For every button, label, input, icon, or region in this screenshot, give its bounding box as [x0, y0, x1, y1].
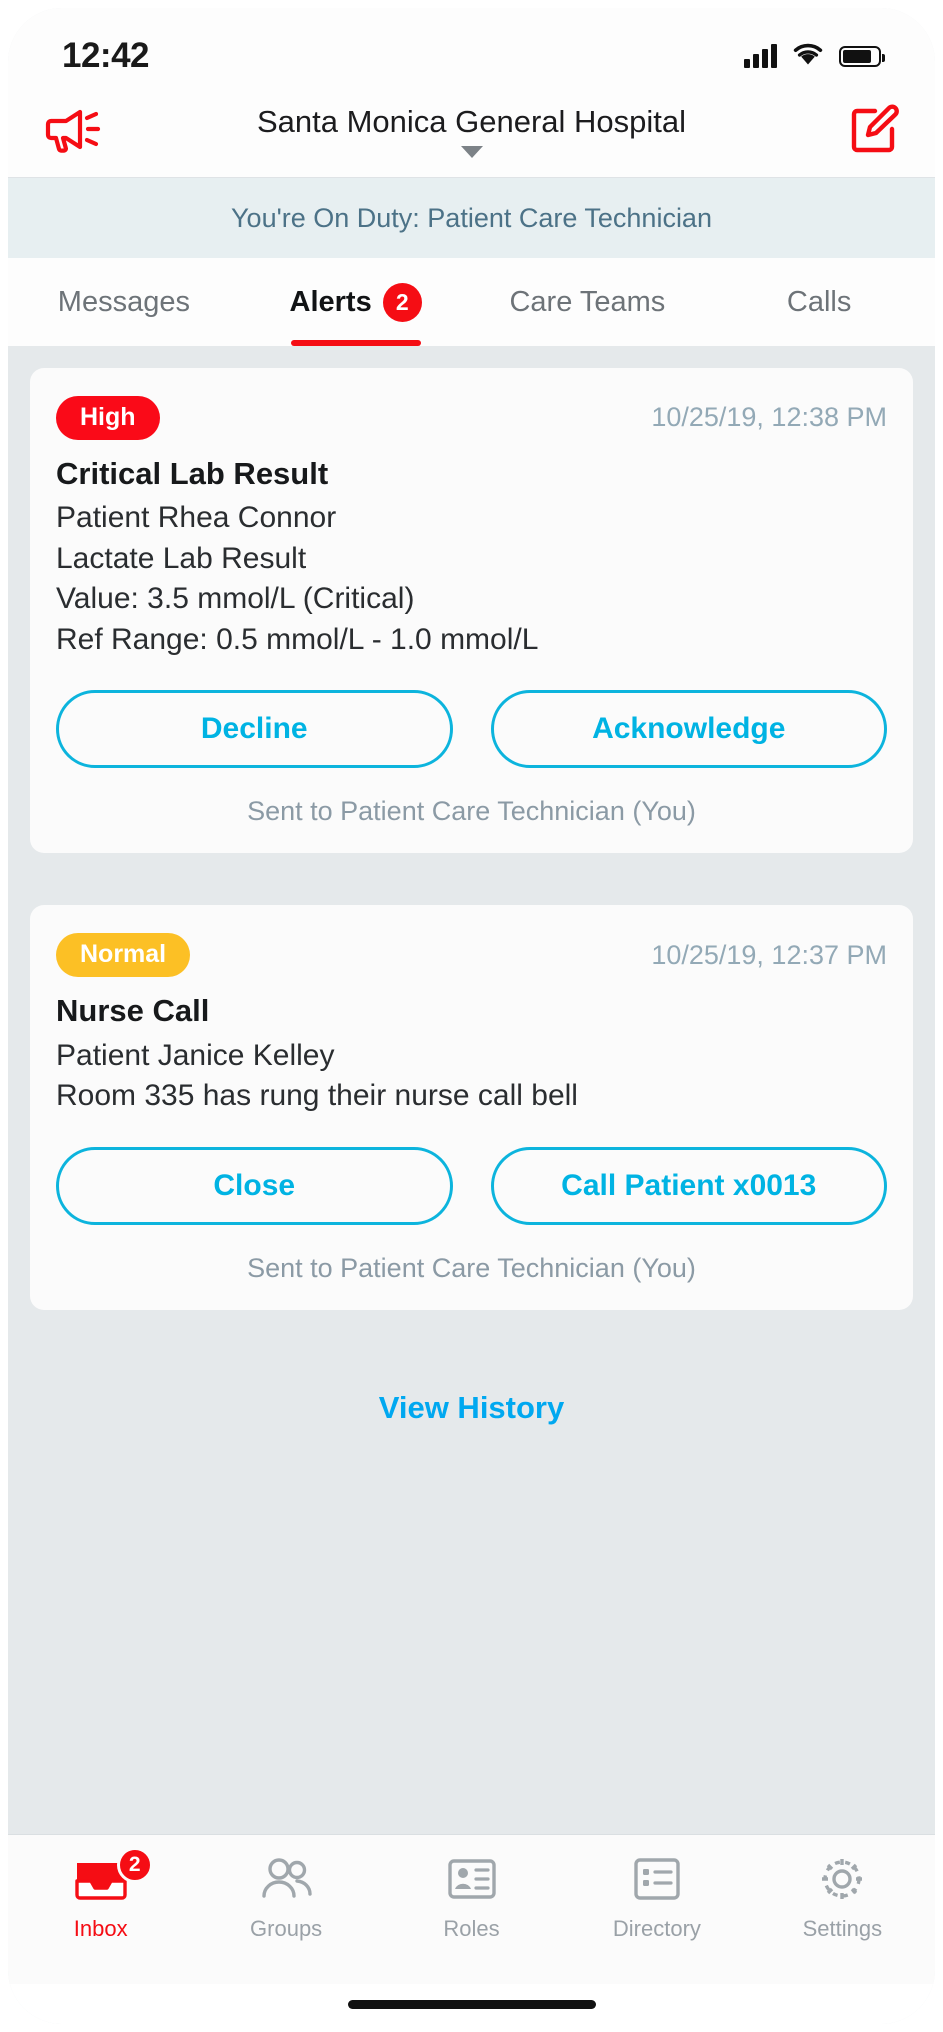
decline-button[interactable]: Decline: [56, 690, 453, 769]
inbox-icon: 2: [71, 1847, 153, 1907]
tab-calls[interactable]: Calls: [703, 258, 935, 346]
bottom-nav-label: Settings: [802, 1916, 883, 1941]
bottom-nav-item-groups[interactable]: Groups: [193, 1851, 378, 1942]
inbox-badge: 2: [116, 1847, 153, 1883]
tab-label: Care Teams: [509, 285, 666, 318]
app-header: Santa Monica General Hospital: [8, 86, 935, 178]
status-bar-time: 12:42: [62, 36, 150, 75]
tab-care-teams[interactable]: Care Teams: [472, 258, 704, 346]
bottom-nav-bar: 2 Inbox Groups Roles Directory Settings: [8, 1834, 935, 1984]
alert-actions: Close Call Patient x0013: [56, 1146, 887, 1225]
tab-label: Calls: [786, 285, 852, 318]
close-button[interactable]: Close: [56, 1146, 453, 1225]
alert-recipient-note: Sent to Patient Care Technician (You): [247, 796, 696, 827]
cellular-signal-icon: [744, 44, 777, 68]
bottom-nav-item-directory[interactable]: Directory: [564, 1851, 749, 1942]
tab-alerts-badge: 2: [382, 282, 422, 322]
bottom-nav-label: Groups: [250, 1916, 323, 1941]
page-title: Santa Monica General Hospital: [256, 103, 687, 139]
battery-icon: [839, 45, 885, 67]
alert-detail-line: Patient Janice Kelley: [56, 1038, 335, 1072]
main-tab-bar: Messages Alerts 2 Care Teams Calls: [8, 258, 935, 346]
wifi-icon: [791, 41, 825, 71]
alert-title: Critical Lab Result: [56, 455, 329, 491]
status-bar: 12:42: [8, 8, 935, 86]
tab-active-underline: [290, 340, 421, 346]
alert-detail-line: Room 335 has rung their nurse call bell: [56, 1079, 578, 1113]
call-patient-button[interactable]: Call Patient x0013: [490, 1146, 887, 1225]
compose-icon[interactable]: [847, 102, 901, 161]
view-history-row: View History: [30, 1362, 913, 1426]
roles-badge-icon: [442, 1851, 502, 1907]
view-history-link[interactable]: View History: [379, 1390, 565, 1425]
alert-card[interactable]: High 10/25/19, 12:38 PM Critical Lab Res…: [30, 368, 913, 854]
bottom-nav-item-inbox[interactable]: 2 Inbox: [8, 1847, 193, 1942]
tab-alerts[interactable]: Alerts 2: [240, 258, 472, 346]
home-indicator[interactable]: [347, 1999, 596, 2009]
priority-badge: Normal: [56, 933, 191, 977]
alert-detail-line: Value: 3.5 mmol/L (Critical): [56, 582, 415, 616]
header-title-group: Santa Monica General Hospital: [8, 86, 935, 177]
priority-badge: High: [56, 396, 160, 440]
tab-label: Alerts: [289, 285, 372, 318]
alerts-list: High 10/25/19, 12:38 PM Critical Lab Res…: [8, 346, 935, 1834]
bottom-nav-label: Directory: [612, 1916, 701, 1941]
alert-timestamp: 10/25/19, 12:38 PM: [651, 402, 887, 433]
alert-detail-line: Patient Rhea Connor: [56, 501, 337, 535]
tab-messages[interactable]: Messages: [8, 258, 240, 346]
on-duty-text: You're On Duty: Patient Care Technician: [231, 202, 712, 233]
directory-list-icon: [627, 1851, 687, 1907]
on-duty-banner[interactable]: You're On Duty: Patient Care Technician: [8, 178, 935, 258]
phone-frame: 12:42 Santa Monica General Hospital You'…: [0, 0, 943, 2032]
megaphone-icon[interactable]: [42, 105, 104, 158]
alert-actions: Decline Acknowledge: [56, 690, 887, 769]
alert-title: Nurse Call: [56, 992, 210, 1028]
phone-screen: 12:42 Santa Monica General Hospital You'…: [8, 8, 935, 2024]
alert-card[interactable]: Normal 10/25/19, 12:37 PM Nurse Call Pat…: [30, 905, 913, 1310]
alert-recipient-note: Sent to Patient Care Technician (You): [247, 1252, 696, 1283]
bottom-nav-item-settings[interactable]: Settings: [750, 1851, 935, 1942]
acknowledge-button[interactable]: Acknowledge: [490, 690, 887, 769]
alert-detail-line: Lactate Lab Result: [56, 541, 307, 575]
alert-timestamp: 10/25/19, 12:37 PM: [651, 939, 887, 970]
status-bar-indicators: [744, 41, 885, 71]
alert-card-header: High 10/25/19, 12:38 PM: [56, 396, 887, 440]
tab-label: Messages: [57, 285, 190, 318]
groups-icon: [256, 1851, 316, 1907]
bottom-nav-label: Roles: [443, 1916, 500, 1941]
bottom-nav-item-roles[interactable]: Roles: [379, 1851, 564, 1942]
chevron-down-icon[interactable]: [460, 146, 483, 159]
bottom-nav-label: Inbox: [73, 1916, 128, 1941]
home-indicator-area: [8, 1984, 935, 2024]
alert-detail-line: Ref Range: 0.5 mmol/L - 1.0 mmol/L: [56, 622, 539, 656]
alert-card-header: Normal 10/25/19, 12:37 PM: [56, 933, 887, 977]
gear-icon: [812, 1851, 872, 1907]
